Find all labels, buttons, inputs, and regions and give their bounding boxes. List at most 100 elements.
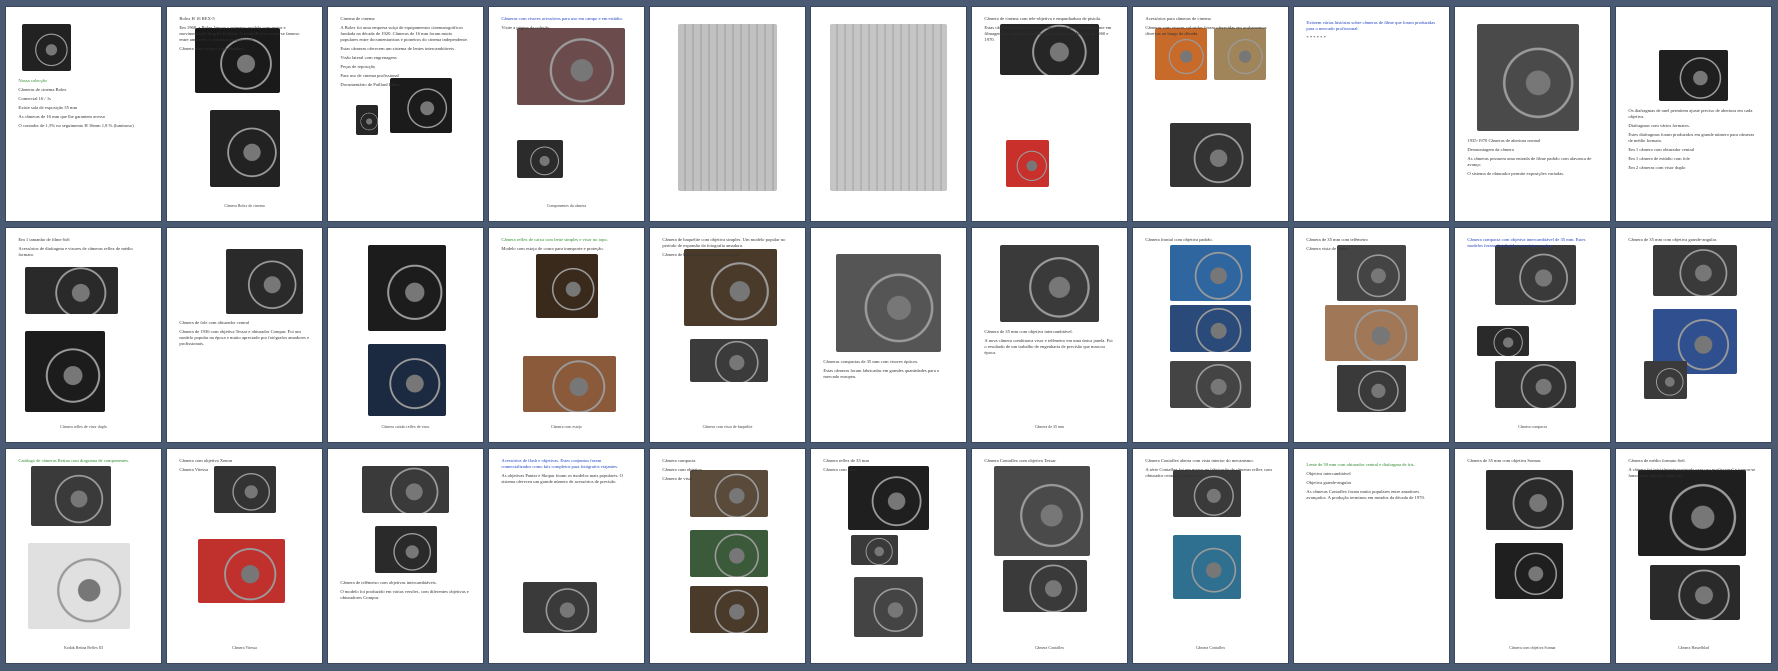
camera-photo: [1486, 470, 1573, 531]
page-thumbnail[interactable]: Câmera caixão reflex de visor: [328, 228, 483, 442]
camera-photo: [1643, 360, 1688, 400]
page-thumbnail[interactable]: Nossa colecção Câmeras de cinema Bolex Com…: [6, 7, 161, 221]
page-thumbnail[interactable]: Câmera Contaflex aberta com vista interi…: [1133, 449, 1288, 663]
camera-photo: [1659, 49, 1728, 102]
page-thumbnail[interactable]: Lente de 50 mm com obturador central e d…: [1294, 449, 1449, 663]
page-caption: Câmera Contaflex: [1034, 645, 1065, 651]
page-thumbnail[interactable]: Câmera reflex de 35 mm Câmera com visor: [811, 449, 966, 663]
camera-photo: [523, 581, 598, 634]
page-thumbnail[interactable]: Câmera Contaflex com objetiva Tessar. Câm…: [972, 449, 1127, 663]
camera-photo: [1325, 305, 1418, 361]
camera-photo: [851, 534, 898, 565]
page-text-block: Em 1 tamanho de filme 6x6 Acessórios de d…: [18, 237, 148, 261]
page-thumbnail[interactable]: Câmera de 35 mm com objetiva grande-angu…: [1616, 228, 1771, 442]
page-text-block: Câmera Contaflex com objetiva Tessar.: [984, 458, 1114, 467]
page-paragraph: Em 1 câmera de estúdio com fole: [1628, 155, 1690, 161]
page-paragraph: Câmera vista de frente: [1306, 245, 1348, 251]
camera-photo: [30, 466, 112, 527]
camera-photo: [1170, 305, 1251, 353]
page-thumbnail[interactable]: Câmera de 35 mm com objetiva intercambiá…: [972, 228, 1127, 442]
page-paragraph: Câmera reflex de 35 mm: [823, 457, 870, 463]
page-paragraph: O modelo foi produzido em várias versões…: [340, 588, 469, 600]
page-thumbnail[interactable]: Câmeras com visores acessórios para uso …: [489, 7, 644, 221]
camera-photo: [225, 249, 304, 314]
page-text-block: Câmera de telêmetro com objetivas interc…: [340, 580, 470, 604]
camera-photo: [374, 526, 437, 574]
page-text-block: Câmera Contaflex aberta com vista interi…: [1145, 458, 1275, 482]
camera-photo: [690, 339, 768, 383]
parts-diagram-image: [677, 24, 778, 192]
page-paragraph: Câmera compacta com objetiva intercambiá…: [1467, 236, 1586, 248]
camera-photo: [1476, 24, 1579, 132]
camera-photo: [1653, 245, 1737, 297]
page-thumbnail[interactable]: Câmera de telêmetro com objetivas interc…: [328, 449, 483, 663]
page-paragraph: Câmera com objetiva Xenon: [179, 457, 233, 463]
page-caption: Câmera Bolex de cinema: [224, 203, 265, 209]
page-thumbnail[interactable]: Câmera de baquelite com objetiva simples…: [650, 228, 805, 442]
page-paragraph: Acessórios para câmeras de cinema: [1145, 15, 1211, 21]
page-thumbnail[interactable]: Existem várias histórias sobre câmeras d…: [1294, 7, 1449, 221]
page-thumbnail[interactable]: [811, 7, 966, 221]
page-thumbnail[interactable]: Catálogo de câmeras Retina com diagrama …: [6, 449, 161, 663]
page-paragraph: Câmera Vitessa: [179, 466, 208, 472]
page-text-block: Os diafragmas de anel permitem ajuste pr…: [1628, 108, 1758, 174]
page-text-block: Câmera de fole com obturador central Câme…: [179, 320, 309, 350]
page-paragraph: As câmeras Contaflex foram muito popular…: [1306, 488, 1425, 500]
page-paragraph: As câmeras de 16 mm que lhe garantem ace…: [18, 113, 106, 119]
camera-photo: [516, 28, 626, 106]
page-paragraph: Câmera de fole com obturador central: [179, 320, 250, 326]
page-paragraph: Catálogo de câmeras Retina com diagrama …: [18, 457, 130, 463]
page-thumbnail[interactable]: Câmera frontal com objetiva padrão.: [1133, 228, 1288, 442]
page-text-block: Câmera reflex de 35 mm Câmera com visor: [823, 458, 953, 476]
camera-photo: [993, 466, 1090, 556]
page-thumbnail[interactable]: 1935-1970 Câmeras de abertura normal Desm…: [1455, 7, 1610, 221]
page-text-block: 1935-1970 Câmeras de abertura normal Desm…: [1467, 138, 1597, 180]
page-thumbnail[interactable]: Câmera de cinema com tele-objetiva e emp…: [972, 7, 1127, 221]
page-thumbnail[interactable]: Bolex H 16 REX-5 Em 1968, a Bolex lançou …: [167, 7, 322, 221]
page-thumbnail[interactable]: Acessórios de flash e objetivas. Estes c…: [489, 449, 644, 663]
page-paragraph: Para uso de cinema profissional: [340, 72, 399, 78]
page-text-block: Nossa colecção Câmeras de cinema Bolex Com…: [18, 78, 148, 132]
page-paragraph: Câmera com objetiva: [662, 466, 702, 472]
page-thumbnail[interactable]: Câmeras compactas de 35 mm com visores ó…: [811, 228, 966, 442]
page-paragraph: O sistema de obturador permite exposiçõe…: [1467, 170, 1565, 176]
page-thumbnail[interactable]: Acessórios para câmeras de cinema Câmeras…: [1133, 7, 1288, 221]
page-paragraph: Câmera Contaflex aberta com vista interi…: [1145, 457, 1254, 463]
page-thumbnail[interactable]: [650, 7, 805, 221]
page-thumbnail[interactable]: Câmera de 35 mm com objetiva Sonnar. Câme…: [1455, 449, 1610, 663]
camera-photo: [835, 253, 942, 353]
page-paragraph: Em 2 câmeras com visor duplo: [1628, 164, 1686, 170]
page-text-block: Câmera frontal com objetiva padrão.: [1145, 237, 1275, 246]
page-paragraph: Bolex H 16 REX-5: [179, 15, 215, 21]
page-text-block: Câmera de 35 mm com objetiva Sonnar.: [1467, 458, 1597, 467]
page-paragraph: Estas câmeras oferecem um sistema de len…: [340, 45, 456, 51]
page-thumbnail[interactable]: Câmera de fole com obturador central Câme…: [167, 228, 322, 442]
page-text-block: Câmera de 35 mm com objetiva intercambiá…: [984, 329, 1114, 359]
page-thumbnail[interactable]: Câmera compacta Câmera com objetiva Câmera…: [650, 449, 805, 663]
page-caption: Câmera reflex de visor duplo: [60, 424, 107, 430]
page-caption: Kodak Retina Reflex III: [64, 645, 103, 651]
page-thumbnail[interactable]: Os diafragmas de anel permitem ajuste pr…: [1616, 7, 1771, 221]
page-paragraph: Câmera de baquelite com objetiva simples…: [662, 251, 742, 257]
page-paragraph: Câmera com zoom e empunhadura.: [179, 45, 245, 51]
page-text-block: Acessórios de flash e objetivas. Estes c…: [501, 458, 631, 488]
page-thumbnail[interactable]: Cinema de cinema A Bolex foi uma empresa …: [328, 7, 483, 221]
page-paragraph: Câmera de 35 mm com telêmetro: [1306, 236, 1368, 242]
camera-photo: [516, 139, 564, 179]
page-text-block: Cinema de cinema A Bolex foi uma empresa …: [340, 16, 470, 91]
page-thumbnail[interactable]: Câmera de médio formato 6x6. A câmera foi…: [1616, 449, 1771, 663]
camera-photo: [1337, 364, 1406, 413]
page-thumbnail[interactable]: Câmera de 35 mm com telêmetro Câmera vist…: [1294, 228, 1449, 442]
page-text-block: Câmera de 35 mm com objetiva grande-angu…: [1628, 237, 1758, 246]
page-paragraph: Câmera de 35 mm com objetiva Sonnar.: [1467, 457, 1542, 463]
page-text-block: Câmera de 35 mm com telêmetro Câmera vist…: [1306, 237, 1436, 255]
page-thumbnail[interactable]: Câmera com objetiva Xenon Câmera Vitessa C…: [167, 449, 322, 663]
camera-photo: [27, 543, 130, 629]
camera-photo: [1495, 360, 1576, 408]
page-thumbnail[interactable]: Em 1 tamanho de filme 6x6 Acessórios de d…: [6, 228, 161, 442]
page-thumbnail[interactable]: Câmera compacta com objetiva intercambiá…: [1455, 228, 1610, 442]
page-thumbnail[interactable]: Câmera reflex de caixa com lente simples…: [489, 228, 644, 442]
page-text-block: Catálogo de câmeras Retina com diagrama …: [18, 458, 148, 467]
camera-photo: [1170, 245, 1251, 301]
page-paragraph: Câmeras de cinema Bolex: [18, 86, 67, 92]
